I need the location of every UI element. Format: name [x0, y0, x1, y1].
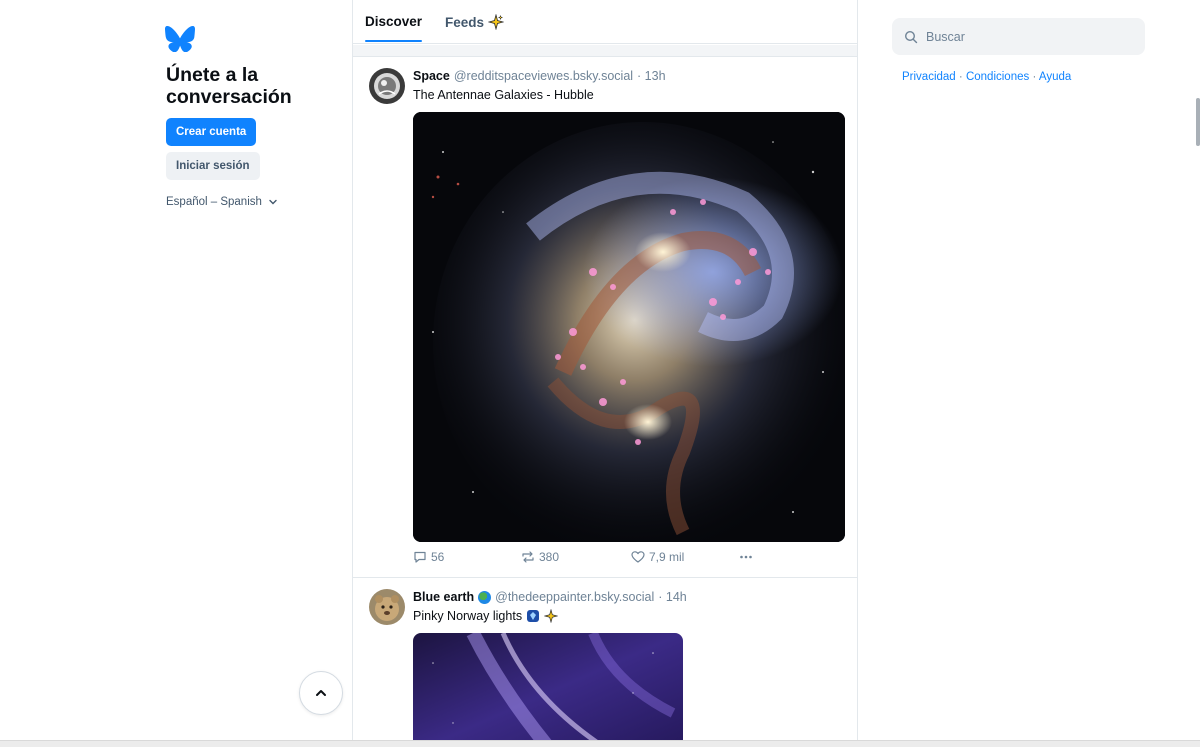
window-bottom-edge — [0, 740, 1200, 747]
tab-feeds-label: Feeds — [445, 14, 485, 30]
feed-separator — [353, 45, 857, 57]
reply-icon — [414, 551, 426, 563]
crystal-emoji-icon — [527, 610, 540, 622]
reply-count: 56 — [431, 550, 445, 564]
post-time: · 14h — [658, 590, 687, 604]
chevron-down-icon — [269, 199, 277, 205]
search-icon — [904, 30, 918, 43]
avatar[interactable] — [369, 589, 405, 625]
language-label: Español – Spanish — [166, 196, 262, 208]
post-actions: 56 380 7,9 mil — [413, 550, 845, 566]
like-button[interactable]: 7,9 mil — [631, 550, 684, 564]
post-author[interactable]: Space — [413, 69, 450, 83]
repost-count: 380 — [539, 550, 560, 564]
globe-icon — [478, 590, 492, 604]
post-handle[interactable]: @redditspaceviewes.bsky.social — [454, 69, 633, 83]
create-account-button[interactable]: Crear cuenta — [166, 118, 257, 146]
language-selector[interactable]: Español – Spanish — [166, 196, 278, 208]
post-header: Space @redditspaceviewes.bsky.social · 1… — [413, 69, 666, 83]
privacy-link[interactable]: Privacidad — [902, 71, 956, 83]
feed-tabs: Discover Feeds — [353, 0, 857, 44]
footer-links: Privacidad · Condiciones · Ayuda — [902, 71, 1071, 83]
post-text-body: Pinky Norway lights — [413, 609, 523, 623]
scroll-to-top-button[interactable] — [299, 671, 343, 715]
reply-button[interactable]: 56 — [413, 550, 444, 564]
search-input[interactable] — [926, 29, 1126, 44]
post-text: The Antennae Galaxies - Hubble — [413, 88, 594, 102]
tab-discover[interactable]: Discover — [365, 14, 423, 42]
more-icon — [740, 555, 752, 559]
sparkle-icon — [544, 609, 559, 623]
scrollbar-thumb[interactable] — [1196, 98, 1200, 146]
footer-separator: · — [1032, 71, 1037, 83]
right-sidebar: Privacidad · Condiciones · Ayuda — [858, 0, 1200, 740]
footer-separator: · — [958, 71, 963, 83]
post-handle[interactable]: @thedeeppainter.bsky.social — [495, 590, 654, 604]
search-bar[interactable] — [892, 18, 1145, 55]
heart-icon — [631, 551, 645, 563]
repost-button[interactable]: 380 — [521, 550, 559, 564]
left-sidebar: Únete a la conversación Crear cuenta Ini… — [0, 0, 352, 740]
feed-column: Discover Feeds Space @redditspaceviewes.… — [352, 0, 858, 740]
login-button[interactable]: Iniciar sesión — [166, 152, 260, 180]
repost-icon — [522, 551, 534, 563]
tab-feeds[interactable]: Feeds — [445, 14, 505, 30]
post-header: Blue earth @thedeeppainter.bsky.social ·… — [413, 590, 687, 604]
post-time: · 13h — [637, 69, 666, 83]
more-options-button[interactable] — [739, 550, 753, 564]
post-image[interactable] — [413, 633, 683, 740]
like-count: 7,9 mil — [649, 550, 685, 564]
post-text: Pinky Norway lights — [413, 609, 559, 623]
avatar[interactable] — [369, 68, 405, 104]
post-item[interactable]: Space @redditspaceviewes.bsky.social · 1… — [353, 58, 857, 578]
post-item[interactable]: Blue earth @thedeeppainter.bsky.social ·… — [353, 579, 857, 740]
post-author[interactable]: Blue earth — [413, 590, 474, 604]
chevron-up-icon — [316, 690, 326, 696]
post-image[interactable] — [413, 112, 845, 542]
butterfly-logo-icon[interactable] — [165, 26, 195, 52]
help-link[interactable]: Ayuda — [1039, 71, 1071, 83]
sparkle-icon — [488, 14, 505, 30]
join-title: Únete a la conversación — [166, 64, 292, 108]
terms-link[interactable]: Condiciones — [966, 71, 1029, 83]
